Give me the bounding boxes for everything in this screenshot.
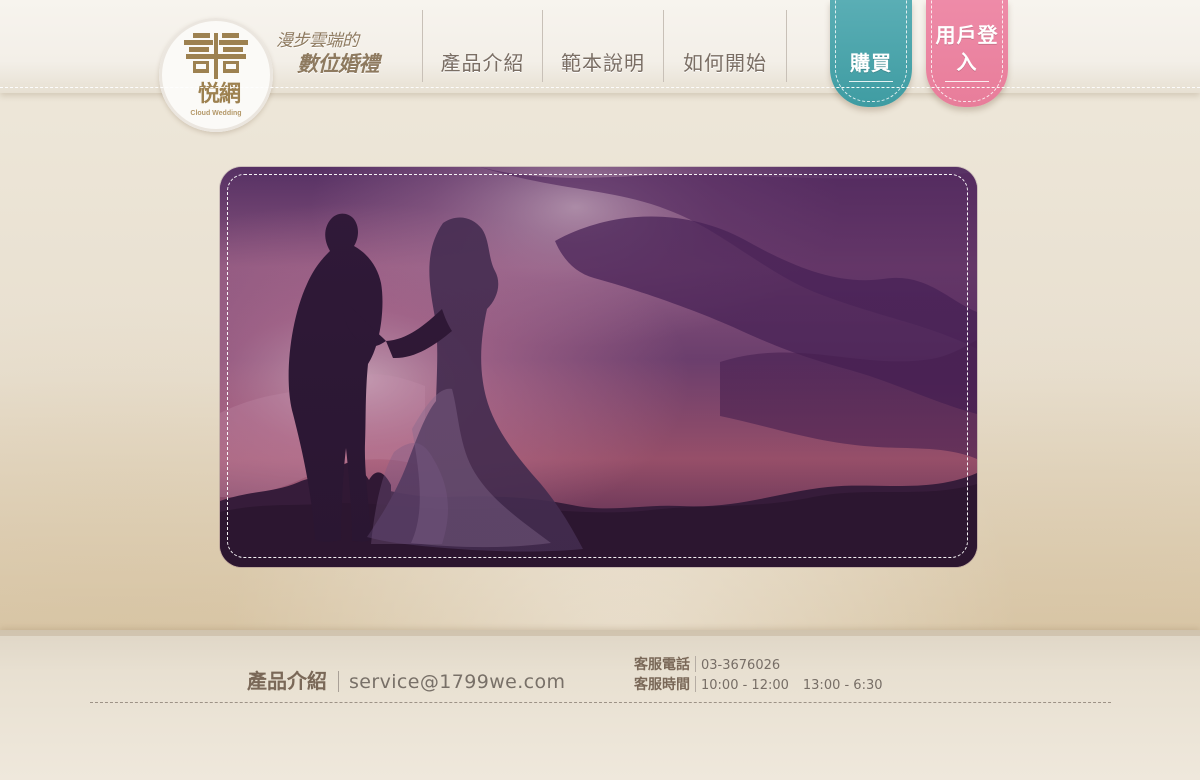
- double-happiness-icon: [184, 33, 248, 79]
- buy-button-label: 購買: [850, 51, 892, 75]
- footer-main-links: 產品介紹 service@1799we.com: [247, 669, 565, 694]
- brand-tagline: 漫步雲端的 數位婚禮: [276, 31, 380, 77]
- hours-row: 客服時間 10:00 - 12:00 13:00 - 6:30: [634, 675, 883, 695]
- hours-divider: [695, 676, 696, 692]
- customer-service-info: 客服電話 03-3676026 客服時間 10:00 - 12:00 13:00 - …: [634, 655, 883, 695]
- footer-dashed-divider: [90, 702, 1111, 703]
- logo-title: 悦網: [197, 82, 241, 107]
- site-logo[interactable]: 悦網 Cloud Wedding: [159, 18, 273, 132]
- logo-subtitle: Cloud Wedding: [190, 110, 242, 117]
- buy-button[interactable]: 購買: [830, 0, 912, 107]
- nav-template-info[interactable]: 範本說明: [542, 10, 663, 82]
- phone-divider: [695, 656, 696, 672]
- phone-row: 客服電話 03-3676026: [634, 655, 883, 675]
- footer-product-link[interactable]: 產品介紹: [247, 669, 327, 693]
- phone-label: 客服電話: [634, 657, 690, 673]
- user-login-button[interactable]: 用戶登入: [926, 0, 1008, 107]
- tagline-top: 漫步雲端的: [276, 31, 359, 51]
- morning-hours: 10:00 - 12:00: [701, 678, 789, 693]
- footer-email-link[interactable]: service@1799we.com: [349, 671, 565, 693]
- phone-number: 03-3676026: [701, 658, 781, 673]
- afternoon-hours: 13:00 - 6:30: [802, 678, 883, 693]
- site-footer: 產品介紹 service@1799we.com 客服電話 03-3676026 客服…: [0, 630, 1200, 780]
- nav-get-started[interactable]: 如何開始: [663, 10, 787, 82]
- site-header: 悦網 Cloud Wedding 漫步雲端的 數位婚禮 產品介紹 範本說明 如何…: [0, 0, 1200, 132]
- footer-separator: [338, 671, 339, 692]
- nav-product-intro[interactable]: 產品介紹: [422, 10, 542, 82]
- wedding-couple-sunset-image: [220, 167, 977, 567]
- hours-label: 客服時間: [634, 677, 690, 693]
- tagline-bottom: 數位婚禮: [297, 52, 380, 76]
- user-login-label: 用戶登入: [935, 23, 999, 74]
- landing-page: 悦網 Cloud Wedding 漫步雲端的 數位婚禮 產品介紹 範本說明 如何…: [0, 0, 1200, 780]
- main-navigation: 產品介紹 範本說明 如何開始: [422, 10, 787, 82]
- hero-wedding-image: [220, 167, 977, 567]
